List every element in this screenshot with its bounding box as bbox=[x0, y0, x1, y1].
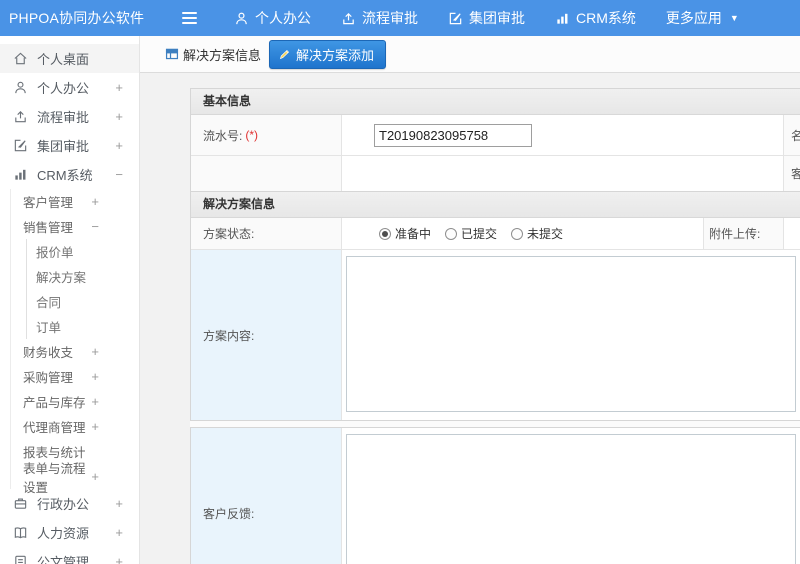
expand-icon[interactable]: + bbox=[115, 554, 123, 564]
expand-icon[interactable]: + bbox=[91, 344, 99, 359]
expand-icon[interactable]: + bbox=[91, 194, 99, 209]
radio-unchecked-icon[interactable] bbox=[511, 227, 524, 240]
briefcase-icon bbox=[14, 498, 27, 509]
document-icon bbox=[15, 555, 26, 564]
solution-info-block: 解决方案信息 方案状态: 准备中 已提交 未提交 附件上传: 方案内容: bbox=[190, 192, 800, 421]
serial-number-cell bbox=[342, 115, 784, 155]
chart-icon bbox=[555, 11, 570, 26]
status-row: 方案状态: 准备中 已提交 未提交 附件上传: bbox=[191, 218, 800, 250]
content-label: 方案内容: bbox=[191, 250, 342, 420]
home-icon bbox=[14, 52, 27, 65]
serial-number-row: 流水号: (*) 名称 bbox=[191, 115, 800, 156]
sidebar-item-finance[interactable]: 财务收支 + bbox=[11, 339, 139, 364]
feedback-textarea[interactable] bbox=[346, 434, 796, 564]
section-header-solution-info: 解决方案信息 bbox=[191, 192, 800, 218]
sidebar-item-personal-office[interactable]: 个人办公 + bbox=[0, 73, 139, 102]
chart-icon bbox=[15, 169, 26, 180]
hamburger-menu-icon[interactable] bbox=[182, 12, 197, 24]
sidebar-item-group-approval[interactable]: 集团审批 + bbox=[0, 131, 139, 160]
nav-group-approval[interactable]: 集团审批 bbox=[433, 0, 540, 36]
customer-label: 客户 bbox=[784, 156, 800, 191]
serial-number-label: 流水号: (*) bbox=[191, 115, 342, 155]
sidebar-item-order[interactable]: 订单 bbox=[26, 314, 139, 339]
collapse-icon[interactable]: − bbox=[91, 219, 99, 234]
serial-number-input[interactable] bbox=[374, 123, 532, 147]
expand-icon[interactable]: + bbox=[91, 419, 99, 434]
status-label: 方案状态: bbox=[191, 218, 342, 249]
empty-label-cell bbox=[191, 156, 342, 191]
approve-icon bbox=[14, 139, 27, 152]
expand-icon[interactable]: + bbox=[115, 496, 123, 511]
sidebar-item-solution[interactable]: 解决方案 bbox=[26, 264, 139, 289]
chevron-down-icon: ▼ bbox=[729, 13, 739, 23]
approve-icon bbox=[448, 11, 463, 26]
radio-option-submitted[interactable]: 已提交 bbox=[445, 225, 497, 242]
crm-submenu: 客户管理 + 销售管理 − 报价单 解决方案 合同 订单 财务收支 + 采购管理… bbox=[10, 189, 139, 495]
sidebar-item-human-resources[interactable]: 人力资源 + bbox=[0, 518, 139, 547]
sidebar-item-personal-desktop[interactable]: 个人桌面 bbox=[0, 44, 139, 73]
expand-icon[interactable]: + bbox=[91, 394, 99, 409]
status-radio-group: 准备中 已提交 未提交 bbox=[342, 218, 704, 249]
sidebar-item-quotation[interactable]: 报价单 bbox=[26, 239, 139, 264]
user-icon bbox=[234, 11, 249, 26]
sidebar-item-customer-management[interactable]: 客户管理 + bbox=[11, 189, 139, 214]
basic-info-block: 基本信息 流水号: (*) 名称 客户 bbox=[190, 88, 800, 192]
sidebar-item-crm-system[interactable]: CRM系统 − bbox=[0, 160, 139, 189]
radio-checked-icon[interactable] bbox=[379, 227, 391, 240]
solution-add-form: 基本信息 流水号: (*) 名称 客户 bbox=[190, 88, 800, 564]
top-navigation: 个人办公 流程审批 集团审批 CRM系统 更多应用 ▼ bbox=[219, 0, 754, 36]
content-row: 方案内容: bbox=[191, 250, 800, 420]
expand-icon[interactable]: + bbox=[91, 469, 99, 484]
collapse-icon[interactable]: − bbox=[115, 167, 123, 182]
expand-icon[interactable]: + bbox=[91, 369, 99, 384]
radio-option-not-submitted[interactable]: 未提交 bbox=[511, 225, 563, 242]
sidebar-item-purchasing[interactable]: 采购管理 + bbox=[11, 364, 139, 389]
nav-workflow-approval[interactable]: 流程审批 bbox=[326, 0, 433, 36]
name-label: 名称 bbox=[784, 115, 800, 155]
sidebar-item-contract[interactable]: 合同 bbox=[26, 289, 139, 314]
section-header-basic-info: 基本信息 bbox=[191, 89, 800, 115]
app-brand: PHPOA协同办公软件 bbox=[9, 10, 145, 26]
feedback-row: 客户反馈: bbox=[191, 428, 800, 564]
user-icon bbox=[15, 81, 26, 94]
table-icon bbox=[165, 48, 179, 60]
empty-value-cell bbox=[342, 156, 784, 191]
attachment-upload-cell bbox=[784, 218, 800, 249]
top-bar: PHPOA协同办公软件 个人办公 流程审批 集团审批 CRM系统 更多应用 ▼ bbox=[0, 0, 800, 36]
customer-row: 客户 bbox=[191, 156, 800, 191]
sidebar-item-sales-management[interactable]: 销售管理 − bbox=[11, 214, 139, 239]
expand-icon[interactable]: + bbox=[115, 525, 123, 540]
sidebar-item-administration[interactable]: 行政办公 + bbox=[0, 489, 139, 518]
nav-more-apps[interactable]: 更多应用 ▼ bbox=[651, 0, 754, 36]
sidebar-item-document-management[interactable]: 公文管理 + bbox=[0, 547, 139, 564]
book-icon bbox=[14, 527, 27, 539]
pencil-icon bbox=[279, 49, 290, 59]
feedback-cell bbox=[342, 428, 800, 564]
main-area: 解决方案信息 解决方案添加 基本信息 流水号: (*) 名称 bbox=[140, 36, 800, 564]
sidebar-item-workflow-approval[interactable]: 流程审批 + bbox=[0, 102, 139, 131]
radio-unchecked-icon[interactable] bbox=[445, 227, 458, 240]
tab-solution-add[interactable]: 解决方案添加 bbox=[269, 39, 387, 69]
tab-bar: 解决方案信息 解决方案添加 bbox=[140, 36, 800, 73]
expand-icon[interactable]: + bbox=[115, 80, 123, 95]
sidebar-item-product-inventory[interactable]: 产品与库存 + bbox=[11, 389, 139, 414]
radio-option-preparing[interactable]: 准备中 bbox=[379, 225, 431, 242]
feedback-label: 客户反馈: bbox=[191, 428, 342, 564]
content-textarea[interactable] bbox=[346, 256, 796, 412]
sidebar-item-agent-management[interactable]: 代理商管理 + bbox=[11, 414, 139, 439]
nav-crm-system[interactable]: CRM系统 bbox=[540, 0, 651, 36]
tab-solution-info[interactable]: 解决方案信息 bbox=[165, 45, 261, 64]
sidebar-item-form-workflow-settings[interactable]: 表单与流程设置 + bbox=[11, 462, 139, 495]
attachment-upload-label: 附件上传: bbox=[704, 218, 784, 249]
required-mark: (*) bbox=[245, 128, 259, 142]
form-content: 基本信息 流水号: (*) 名称 客户 bbox=[140, 73, 800, 564]
process-icon bbox=[15, 111, 26, 123]
nav-personal-office[interactable]: 个人办公 bbox=[219, 0, 326, 36]
expand-icon[interactable]: + bbox=[115, 109, 123, 124]
expand-icon[interactable]: + bbox=[115, 138, 123, 153]
content-cell bbox=[342, 250, 800, 420]
process-icon bbox=[341, 11, 356, 26]
feedback-block: 客户反馈: bbox=[190, 427, 800, 564]
sidebar: 个人桌面 个人办公 + 流程审批 + 集团审批 + CRM系统 − 客户管理 +… bbox=[0, 36, 140, 564]
